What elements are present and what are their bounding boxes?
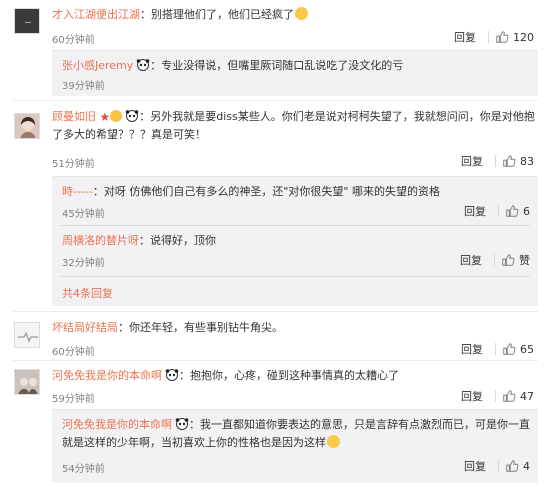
like-count: 4 <box>523 459 530 473</box>
comment-item: 河免免我是你的本命啊 ：抱抱你，心疼，碰到这种事情真的太糟心了 59分钟前 回复 … <box>0 361 550 485</box>
comment-actions: 回复 120 <box>454 29 534 45</box>
comment-username[interactable]: 坏结局好结局 <box>52 321 118 334</box>
reply-box: 张小感Jeremy ：专业没得说，但嘴里厥词随口乱说吃了没文化的亏 39分钟前 <box>52 50 538 96</box>
comment-item: ꟷ 才入江湖便出江湖：别搭理他们了，他们已经疯了 60分钟前 回复 120 张小… <box>0 0 550 100</box>
reply-username[interactable]: 河免免我是你的本命啊 <box>62 418 172 431</box>
comment-time: 51分钟前 <box>52 159 95 170</box>
laughing-emoji-icon <box>295 7 308 20</box>
panda-badge-icon <box>165 369 179 381</box>
thumbs-up-icon <box>496 31 509 43</box>
avatar[interactable] <box>14 369 40 395</box>
panda-badge-icon <box>136 59 150 71</box>
reply-button[interactable]: 回复 <box>454 29 476 45</box>
action-divider <box>498 460 499 472</box>
avatar[interactable] <box>14 322 40 348</box>
comment-username[interactable]: 河免免我是你的本命啊 <box>52 369 162 382</box>
avatar[interactable]: ꟷ <box>14 8 40 34</box>
star-badge-icon: ★ <box>99 110 111 124</box>
reply-username[interactable]: 周横洛的替片呀 <box>62 234 139 247</box>
reply-time: 54分钟前 <box>62 464 105 475</box>
like-button[interactable]: 6 <box>505 204 530 218</box>
comment-body: 河免免我是你的本命啊 ：抱抱你，心疼，碰到这种事情真的太糟心了 <box>52 369 399 382</box>
reply-box: 河免免我是你的本命啊 ：我一直都知道你要表达的意思，只是言辞有点激烈而已，可是你一… <box>52 409 538 483</box>
comment-text: 你还年轻，有些事别钻牛角尖。 <box>129 321 283 334</box>
thumbs-up-icon <box>506 460 519 472</box>
action-divider <box>495 390 496 402</box>
comment-time: 60分钟前 <box>52 347 95 358</box>
avatar[interactable] <box>14 113 40 139</box>
panda-badge-icon <box>175 418 189 430</box>
like-button[interactable]: 赞 <box>501 252 530 268</box>
comment-item: 顾曼如旧 ★ ：另外我就是要diss某些人。你们老是说对柯柯失望了，我就想问问，你… <box>0 101 550 310</box>
reply-time: 32分钟前 <box>62 258 105 269</box>
reply-actions: 回复 4 <box>464 458 530 474</box>
reply-actions: 回复 6 <box>464 203 530 219</box>
comment-text: 别搭理他们了，他们已经疯了 <box>151 8 294 21</box>
comment-body: 坏结局好结局：你还年轻，有些事别钻牛角尖。 <box>52 321 283 334</box>
reply-divider <box>60 276 530 277</box>
more-replies-link[interactable]: 共4条回复 <box>62 285 113 301</box>
thumbs-up-icon <box>503 390 516 402</box>
thumbs-up-icon <box>502 254 515 266</box>
reply-item: 张小感Jeremy ：专业没得说，但嘴里厥词随口乱说吃了没文化的亏 39分钟前 <box>62 59 404 92</box>
action-divider <box>494 254 495 266</box>
panda-badge-icon <box>125 110 139 122</box>
comment-actions: 回复 65 <box>461 341 534 357</box>
comment-username[interactable]: 才入江湖便出江湖 <box>52 8 140 21</box>
like-count: 120 <box>513 30 534 44</box>
thumbs-up-icon <box>506 205 519 217</box>
comment-item: 坏结局好结局：你还年轻，有些事别钻牛角尖。 60分钟前 回复 65 <box>0 312 550 362</box>
action-divider <box>495 155 496 167</box>
like-count: 6 <box>523 204 530 218</box>
like-button[interactable]: 65 <box>502 342 534 356</box>
reply-username[interactable]: 张小感Jeremy <box>62 59 133 72</box>
reply-time: 45分钟前 <box>62 209 105 220</box>
comment-body: 顾曼如旧 ★ ：另外我就是要diss某些人。你们老是说对柯柯失望了，我就想问问，你… <box>52 110 535 141</box>
reply-button[interactable]: 回复 <box>464 203 486 219</box>
kissing-emoji-icon <box>327 435 340 448</box>
reply-button[interactable]: 回复 <box>460 252 482 268</box>
reply-item: 周横洛的替片呀：说得好，顶你 32分钟前 回复 赞 <box>62 234 530 269</box>
action-divider <box>495 343 496 355</box>
comment-body: 才入江湖便出江湖：别搭理他们了，他们已经疯了 <box>52 6 538 24</box>
reply-button[interactable]: 回复 <box>461 153 483 169</box>
reply-button[interactable]: 回复 <box>461 341 483 357</box>
comment-text: 抱抱你，心疼，碰到这种事情真的太糟心了 <box>190 369 399 382</box>
like-count: 83 <box>520 154 534 168</box>
reply-username[interactable]: 時----- <box>62 185 93 198</box>
reply-item: 河免免我是你的本命啊 ：我一直都知道你要表达的意思，只是言辞有点激烈而已，可是你一… <box>62 418 530 475</box>
heart-eyes-badge-icon <box>110 110 123 122</box>
reply-button[interactable]: 回复 <box>464 458 486 474</box>
reply-button[interactable]: 回复 <box>461 388 483 404</box>
reply-time: 39分钟前 <box>62 81 105 92</box>
like-count: 47 <box>520 389 534 403</box>
thumbs-up-icon <box>503 343 516 355</box>
reply-divider <box>60 225 530 226</box>
reply-item: 時-----：对呀 仿佛他们自己有多么的神圣，还"对你很失望" 哪来的失望的资格… <box>62 185 530 220</box>
thumbs-up-icon <box>503 155 516 167</box>
comment-actions: 回复 83 <box>461 153 534 169</box>
like-count: 赞 <box>519 254 530 267</box>
comment-username[interactable]: 顾曼如旧 <box>52 110 96 123</box>
like-button[interactable]: 83 <box>502 154 534 168</box>
like-count: 65 <box>520 342 534 356</box>
action-divider <box>498 205 499 217</box>
reply-box: 時-----：对呀 仿佛他们自己有多么的神圣，还"对你很失望" 哪来的失望的资格… <box>52 176 538 306</box>
like-button[interactable]: 120 <box>495 30 534 44</box>
reply-text: 说得好，顶你 <box>150 234 216 247</box>
reply-actions: 回复 赞 <box>460 252 530 268</box>
like-button[interactable]: 47 <box>502 389 534 403</box>
comment-thread: ꟷ 才入江湖便出江湖：别搭理他们了，他们已经疯了 60分钟前 回复 120 张小… <box>0 0 550 485</box>
reply-text: 专业没得说，但嘴里厥词随口乱说吃了没文化的亏 <box>161 59 404 72</box>
comment-actions: 回复 47 <box>461 388 534 404</box>
action-divider <box>488 31 489 43</box>
like-button[interactable]: 4 <box>505 459 530 473</box>
svg-text:ꟷ: ꟷ <box>25 19 31 27</box>
reply-text: 对呀 仿佛他们自己有多么的神圣，还"对你很失望" 哪来的失望的资格 <box>103 185 440 198</box>
comment-time: 59分钟前 <box>52 394 95 405</box>
comment-time: 60分钟前 <box>52 35 95 46</box>
